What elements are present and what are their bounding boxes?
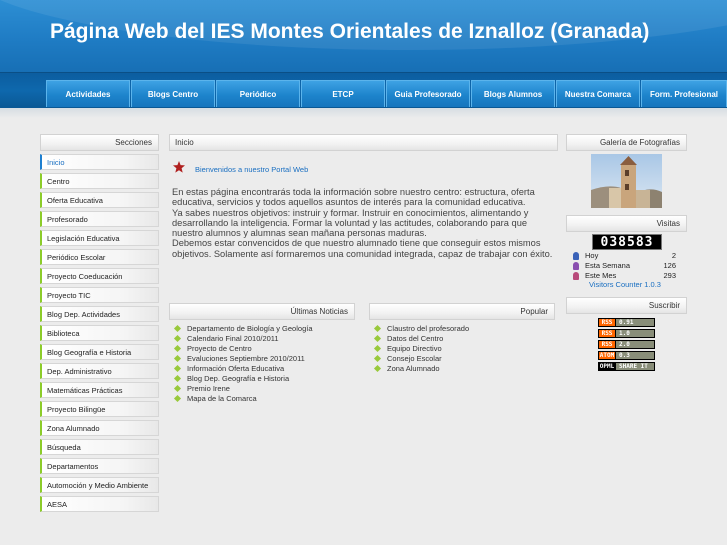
- gallery-photo[interactable]: [591, 154, 662, 208]
- sidebar-item-periodico-escolar[interactable]: Periódico Escolar: [40, 249, 159, 265]
- list-item[interactable]: Premio Irene: [173, 384, 313, 394]
- bullet-icon: [173, 394, 182, 402]
- star-icon: [173, 161, 185, 173]
- news-title: Últimas Noticias: [169, 303, 355, 320]
- list-item[interactable]: Equipo Directivo: [373, 344, 469, 354]
- gallery-title: Galería de Fotografías: [566, 134, 687, 151]
- sidebar-item-aesa[interactable]: AESA: [40, 496, 159, 512]
- news-list: Departamento de Biología y Geología Cale…: [173, 324, 313, 404]
- bullet-icon: [373, 344, 382, 352]
- list-item[interactable]: Consejo Escolar: [373, 354, 469, 364]
- rss-10-button[interactable]: RSS 1.0: [598, 329, 655, 338]
- bullet-icon: [173, 384, 182, 392]
- user-blue-icon: [573, 252, 579, 260]
- list-item[interactable]: Zona Alumnado: [373, 364, 469, 374]
- bullet-icon: [173, 364, 182, 372]
- bullet-icon: [173, 354, 182, 362]
- objectives-paragraph: Ya sabes nuestros objetivos: instruir y …: [172, 207, 529, 239]
- rss-20-button[interactable]: RSS 2.0: [598, 340, 655, 349]
- site-header: Página Web del IES Montes Orientales de …: [0, 0, 727, 72]
- visit-counter: 038583: [592, 234, 662, 250]
- welcome-link[interactable]: Bienvenidos a nuestro Portal Web: [195, 165, 308, 174]
- sidebar-item-automocion[interactable]: Automoción y Medio Ambiente: [40, 477, 159, 493]
- bullet-icon: [373, 364, 382, 372]
- rss-091-button[interactable]: RSS 0.91: [598, 318, 655, 327]
- stat-month: Este Mes 293: [572, 271, 676, 280]
- bullet-icon: [173, 374, 182, 382]
- popular-title: Popular: [369, 303, 555, 320]
- list-item[interactable]: Datos del Centro: [373, 334, 469, 344]
- main-navigation: Actividades Blogs Centro Periódico ETCP …: [0, 72, 727, 108]
- sidebar-item-profesorado[interactable]: Profesorado: [40, 211, 159, 227]
- sidebar-item-inicio[interactable]: Inicio: [40, 154, 159, 170]
- sidebar-item-proyecto-tic[interactable]: Proyecto TIC: [40, 287, 159, 303]
- visitors-counter-link[interactable]: Visitors Counter 1.0.3: [589, 280, 661, 289]
- bullet-icon: [373, 334, 382, 342]
- sidebar-item-zona-alumnado[interactable]: Zona Alumnado: [40, 420, 159, 436]
- sidebar-item-blog-geografia[interactable]: Blog Geografía e Historia: [40, 344, 159, 360]
- list-item[interactable]: Proyecto de Centro: [173, 344, 313, 354]
- list-item[interactable]: Claustro del profesorado: [373, 324, 469, 334]
- nav-guia-profesorado[interactable]: Guia Profesorado: [386, 80, 470, 107]
- sidebar-item-oferta-educativa[interactable]: Oferta Educativa: [40, 192, 159, 208]
- nav-nuestra-comarca[interactable]: Nuestra Comarca: [556, 80, 640, 107]
- bullet-icon: [173, 344, 182, 352]
- visits-title: Visitas: [566, 215, 687, 232]
- sidebar-item-busqueda[interactable]: Búsqueda: [40, 439, 159, 455]
- sidebar-item-dep-administrativo[interactable]: Dep. Administrativo: [40, 363, 159, 379]
- popular-list: Claustro del profesorado Datos del Centr…: [373, 324, 469, 374]
- nav-blogs-alumnos[interactable]: Blogs Alumnos: [471, 80, 555, 107]
- nav-periodico[interactable]: Periódico: [216, 80, 300, 107]
- nav-actividades[interactable]: Actividades: [46, 80, 130, 107]
- stat-week: Esta Semana 126: [572, 261, 676, 270]
- sidebar-item-matematicas[interactable]: Matemáticas Prácticas: [40, 382, 159, 398]
- atom-03-button[interactable]: ATOM 0.3: [598, 351, 655, 360]
- list-item[interactable]: Blog Dep. Geografía e Historia: [173, 374, 313, 384]
- list-item[interactable]: Calendario Final 2010/2011: [173, 334, 313, 344]
- stat-today: Hoy 2: [572, 251, 676, 260]
- bullet-icon: [173, 334, 182, 342]
- bullet-icon: [373, 324, 382, 332]
- user-red-icon: [573, 272, 579, 280]
- bullet-icon: [373, 354, 382, 362]
- list-item[interactable]: Departamento de Biología y Geología: [173, 324, 313, 334]
- conclusion-paragraph: Debemos estar convencidos de que nuestro…: [172, 238, 553, 259]
- sidebar-item-blog-actividades[interactable]: Blog Dep. Actividades: [40, 306, 159, 322]
- bullet-icon: [173, 324, 182, 332]
- list-item[interactable]: Mapa de la Comarca: [173, 394, 313, 404]
- breadcrumb: Inicio: [169, 134, 558, 151]
- sidebar-item-bilingue[interactable]: Proyecto Bilingüe: [40, 401, 159, 417]
- sidebar-item-departamentos[interactable]: Departamentos: [40, 458, 159, 474]
- intro-text: En estas página encontrarás toda la info…: [172, 187, 556, 259]
- nav-form-profesional[interactable]: Form. Profesional: [641, 80, 727, 107]
- subscribe-title: Suscribir: [566, 297, 687, 314]
- sidebar-item-coeducacion[interactable]: Proyecto Coeducación: [40, 268, 159, 284]
- intro-paragraph: En estas página encontrarás toda la info…: [172, 187, 535, 208]
- nav-etcp[interactable]: ETCP: [301, 80, 385, 107]
- list-item[interactable]: Evaluciones Septiembre 2010/2011: [173, 354, 313, 364]
- list-item[interactable]: Información Oferta Educativa: [173, 364, 313, 374]
- sidebar-item-biblioteca[interactable]: Biblioteca: [40, 325, 159, 341]
- opml-share-button[interactable]: OPML SHARE IT: [598, 362, 655, 371]
- user-purple-icon: [573, 262, 579, 270]
- sidebar-title: Secciones: [40, 134, 159, 151]
- sidebar-item-centro[interactable]: Centro: [40, 173, 159, 189]
- nav-blogs-centro[interactable]: Blogs Centro: [131, 80, 215, 107]
- sidebar-item-legislacion[interactable]: Legislación Educativa: [40, 230, 159, 246]
- content-band: [0, 108, 727, 118]
- site-title: Página Web del IES Montes Orientales de …: [50, 20, 650, 43]
